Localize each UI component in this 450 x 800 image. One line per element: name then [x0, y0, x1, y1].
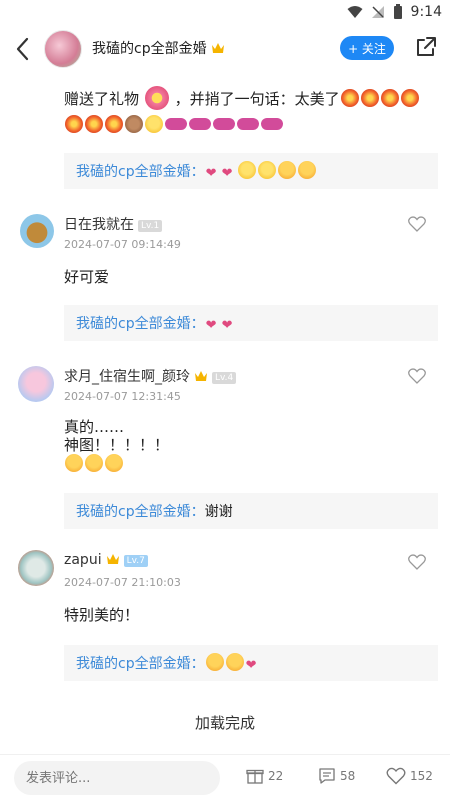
commenter-avatar[interactable]: [20, 214, 54, 248]
reply-box[interactable]: 我磕的cp全部金婚：❤ ❤: [64, 153, 438, 189]
commenter-avatar[interactable]: [18, 550, 54, 586]
reply-box[interactable]: 我磕的cp全部金婚：❤ ❤: [64, 305, 438, 341]
lips-emoji-icon: [237, 118, 259, 130]
gift-message: 赠送了礼物 ，并捎了一句话：太美了: [64, 86, 424, 138]
comment-count: 58: [340, 769, 356, 783]
boom-emoji-icon: [65, 115, 83, 133]
status-bar: 9:14: [0, 0, 450, 26]
comment-body: 特别美的！: [64, 606, 140, 624]
blush-emoji-icon: [105, 454, 123, 472]
heart-emoji-icon: ❤: [221, 318, 233, 333]
like-count: 152: [410, 769, 433, 783]
lips-emoji-icon: [261, 118, 283, 130]
crown-icon: [211, 43, 224, 53]
commenter-name-text: zapui: [64, 552, 102, 568]
comment-time: 2024-07-07 21:10:03: [64, 576, 181, 589]
reply-author[interactable]: 我磕的cp全部金婚：: [76, 164, 205, 180]
level-badge: Lv.1: [138, 220, 163, 232]
share-icon[interactable]: [415, 36, 437, 58]
comment-body-line: 神图！！！！！: [64, 436, 170, 454]
comment-body: 好可爱: [64, 268, 110, 286]
boom-emoji-icon: [360, 89, 379, 107]
comment-button[interactable]: 58: [318, 767, 355, 785]
reply-author[interactable]: 我磕的cp全部金婚：: [76, 504, 205, 520]
boom-emoji-icon: [340, 89, 359, 107]
boom-emoji-icon: [105, 115, 123, 133]
heart-emoji-icon: ❤: [205, 166, 217, 181]
reply-author[interactable]: 我磕的cp全部金婚：: [76, 316, 205, 332]
level-badge: Lv.4: [212, 372, 237, 384]
gift-text-b: ，并捎了一句话：太美了: [174, 90, 340, 108]
comment-input[interactable]: [14, 761, 220, 795]
commenter-avatar[interactable]: [18, 366, 54, 402]
follow-button[interactable]: + 关注: [340, 36, 394, 60]
level-badge: Lv.7: [123, 555, 148, 567]
comment-body: 真的…… 神图！！！！！: [64, 418, 169, 473]
comment-time: 2024-07-07 12:31:45: [64, 390, 181, 403]
comment-time: 2024-07-07 09:14:49: [64, 238, 181, 251]
heart-emoji-icon: ❤: [205, 318, 217, 333]
blush-emoji-icon: [85, 454, 103, 472]
crown-icon: [195, 371, 207, 381]
author-name[interactable]: 我磕的cp全部金婚: [92, 38, 225, 58]
like-icon: [386, 767, 406, 785]
heart-outline-icon[interactable]: [408, 216, 426, 232]
commenter-name-text: 日在我就在: [64, 217, 134, 233]
gift-button[interactable]: 22: [246, 767, 283, 785]
boom-emoji-icon: [400, 89, 419, 107]
author-avatar[interactable]: [44, 30, 82, 68]
commenter-name[interactable]: 求月_住宿生啊_颜玲 Lv.4: [64, 366, 237, 386]
commenter-name[interactable]: 日在我就在 Lv.1: [64, 214, 163, 234]
blush-emoji-icon: [277, 161, 296, 179]
blush-emoji-icon: [225, 653, 244, 671]
battery-icon: [393, 4, 402, 19]
reply-author[interactable]: 我磕的cp全部金婚：: [76, 656, 205, 672]
comment-body-line: 真的……: [64, 418, 125, 436]
kiss-emoji-icon: [237, 161, 256, 179]
bottom-bar: 22 58 152: [0, 754, 450, 800]
boom-emoji-icon: [85, 115, 103, 133]
gift-icon: [246, 769, 264, 784]
header: 我磕的cp全部金婚 + 关注: [0, 26, 450, 72]
load-complete-text: 加载完成: [194, 714, 255, 732]
blush-emoji-icon: [65, 454, 83, 472]
reply-text: 谢谢: [204, 504, 233, 520]
comments-area[interactable]: 赠送了礼物 ，并捎了一句话：太美了 我磕的cp全部金婚：❤ ❤ 日在我就在 Lv.1…: [0, 72, 450, 754]
heart-outline-icon[interactable]: [408, 368, 426, 384]
blush-emoji-icon: [297, 161, 316, 179]
reply-box[interactable]: 我磕的cp全部金婚： ❤: [64, 645, 438, 681]
lips-emoji-icon: [189, 118, 211, 130]
heart-emoji-icon: ❤: [221, 166, 233, 181]
blush-emoji-icon: [205, 653, 224, 671]
lips-emoji-icon: [213, 118, 235, 130]
commenter-name-text: 求月_住宿生啊_颜玲: [64, 369, 190, 385]
flower-gift-icon: [144, 86, 169, 110]
gift-count: 22: [268, 769, 284, 783]
crown-icon: [106, 554, 119, 564]
no-signal-icon: [371, 6, 384, 18]
comment-emoji-line: [64, 454, 169, 473]
kiss-emoji-icon: [257, 161, 276, 179]
boom-emoji-icon: [380, 89, 399, 107]
commenter-name[interactable]: zapui Lv.7: [64, 552, 148, 568]
smile-emoji-icon: [145, 115, 163, 133]
status-time: 9:14: [410, 4, 442, 20]
back-arrow-icon[interactable]: [14, 36, 32, 62]
heart-emoji-icon: ❤: [245, 658, 257, 673]
comment-icon: [319, 768, 335, 784]
author-name-text: 我磕的cp全部金婚: [92, 41, 207, 57]
heart-outline-icon[interactable]: [408, 554, 426, 570]
reply-box[interactable]: 我磕的cp全部金婚：谢谢: [64, 493, 438, 529]
wifi-icon: [347, 6, 363, 18]
gift-text-a: 赠送了礼物: [64, 90, 140, 108]
like-button[interactable]: 152: [386, 767, 433, 785]
monkey-emoji-icon: [125, 115, 143, 133]
lips-emoji-icon: [165, 118, 187, 130]
